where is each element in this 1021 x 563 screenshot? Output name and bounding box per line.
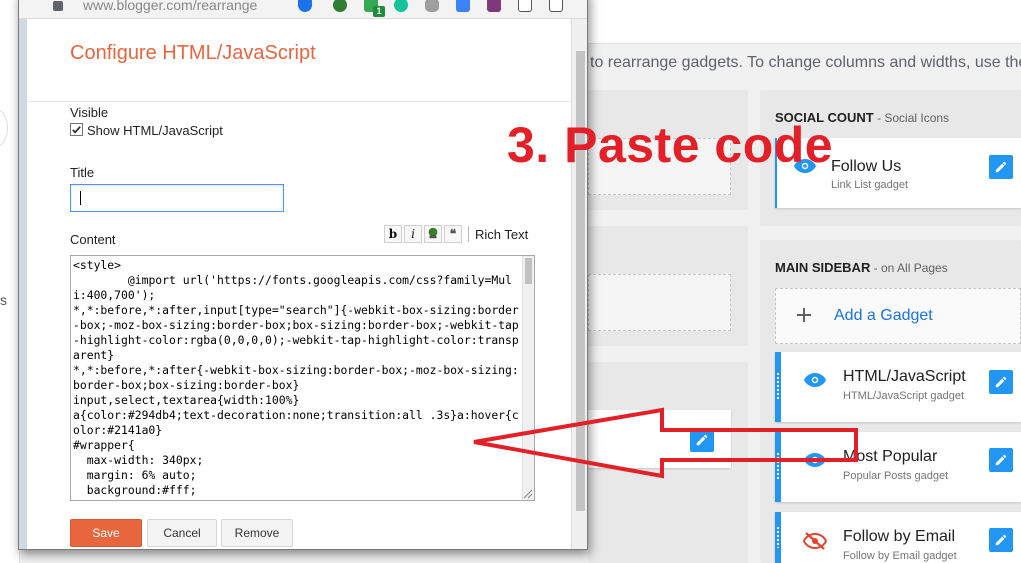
rich-text-toggle[interactable]: Rich Text — [475, 227, 528, 242]
edit-button[interactable] — [690, 428, 714, 452]
window-scrollbar[interactable] — [571, 19, 587, 549]
cancel-button[interactable]: Cancel — [147, 519, 217, 547]
gadget-name: Most Popular — [843, 448, 938, 465]
pencil-icon — [995, 534, 1007, 546]
database-extension-icon[interactable] — [425, 0, 439, 12]
onenote-extension-icon[interactable] — [487, 0, 501, 12]
rich-text-toolbar: b i ❝ Rich Text — [384, 225, 528, 243]
left-nav-strip: s — [0, 0, 20, 563]
main-column-drop-area-2 — [588, 274, 731, 331]
gadget-name: HTML/JavaScript — [843, 368, 966, 385]
lock-icon — [53, 1, 63, 11]
gadget-most-popular[interactable]: Most Popular Popular Posts gadget — [775, 432, 1021, 502]
gadget-type: Follow by Email gadget — [843, 550, 957, 562]
gadget-html-javascript[interactable]: HTML/JavaScript HTML/JavaScript gadget — [775, 352, 1021, 422]
toolbar-separator — [468, 226, 469, 242]
pencil-icon — [995, 161, 1007, 173]
gadget-type: Link List gadget — [831, 179, 909, 191]
pencil-icon — [995, 376, 1007, 388]
gadget-type: HTML/JavaScript gadget — [843, 390, 965, 402]
plus-icon — [796, 302, 820, 330]
gadget-type: Popular Posts gadget — [843, 470, 949, 482]
eye-off-icon[interactable] — [802, 532, 828, 550]
drag-handle[interactable] — [775, 352, 781, 422]
grammarly-extension-icon[interactable] — [394, 0, 408, 12]
pencil-icon — [696, 434, 708, 446]
eye-icon[interactable] — [803, 452, 827, 468]
remove-button[interactable]: Remove — [221, 519, 293, 547]
resize-handle-icon[interactable] — [523, 489, 533, 499]
main-column-gadget[interactable] — [588, 410, 731, 468]
show-checkbox[interactable] — [70, 123, 83, 136]
checkmark-icon — [72, 126, 81, 134]
browser-address-bar: www.blogger.com/rearrange 1 — [19, 0, 587, 19]
edit-button[interactable] — [989, 155, 1013, 179]
drag-handle[interactable] — [775, 432, 781, 502]
dialog-divider — [27, 101, 571, 102]
dialog-title: Configure HTML/JavaScript — [70, 42, 316, 64]
bold-button[interactable]: b — [384, 225, 402, 243]
image-button[interactable] — [424, 225, 442, 243]
layout-hint-text: to rearrange gadgets. To change columns … — [590, 54, 1021, 71]
eye-icon[interactable] — [803, 372, 827, 388]
shield-extension-icon[interactable] — [298, 0, 312, 12]
title-input[interactable] — [70, 184, 284, 212]
drag-handle[interactable] — [775, 512, 781, 563]
add-gadget-button[interactable]: Add a Gadget — [775, 288, 1021, 344]
gadget-follow-by-email[interactable]: Follow by Email Follow by Email gadget — [775, 512, 1021, 563]
main-sidebar-title: MAIN SIDEBAR - on All Pages — [775, 260, 948, 275]
edit-button[interactable] — [989, 370, 1013, 394]
textarea-scroll-thumb[interactable] — [525, 258, 532, 284]
code-content[interactable]: <style> @import url('https://fonts.googl… — [73, 258, 521, 498]
cube-extension-icon[interactable] — [518, 0, 532, 12]
left-nav-fragment: s — [0, 292, 7, 308]
image-icon — [428, 227, 438, 239]
edit-button[interactable] — [989, 448, 1013, 472]
extension-badge: 1 — [373, 6, 385, 17]
gadget-name: Follow by Email — [843, 528, 956, 545]
save-button[interactable]: Save — [70, 519, 142, 547]
visible-label: Visible — [70, 105, 109, 120]
quote-button[interactable]: ❝ — [444, 225, 462, 243]
content-textarea[interactable]: <style> @import url('https://fonts.googl… — [70, 255, 535, 501]
gadget-name: Follow Us — [831, 158, 902, 175]
add-gadget-label: Add a Gadget — [834, 307, 933, 324]
window-frame-edge — [19, 19, 27, 549]
italic-button[interactable]: i — [404, 225, 422, 243]
pencil-icon — [995, 454, 1007, 466]
leaf-extension-icon[interactable] — [333, 0, 347, 12]
text-caret — [80, 191, 81, 205]
address-url[interactable]: www.blogger.com/rearrange — [83, 0, 257, 13]
configure-popup-window: www.blogger.com/rearrange 1 Configure HT… — [18, 0, 588, 550]
arrow-extension-icon[interactable] — [456, 0, 470, 12]
title-label: Title — [70, 165, 95, 180]
download-icon[interactable] — [549, 0, 563, 12]
edit-button[interactable] — [989, 528, 1013, 552]
annotation-label: 3. Paste code — [507, 117, 834, 173]
textarea-scrollbar[interactable] — [522, 256, 534, 500]
configure-dialog: Configure HTML/JavaScript Visible Show H… — [27, 19, 571, 549]
content-label: Content — [70, 232, 116, 247]
show-checkbox-label[interactable]: Show HTML/JavaScript — [87, 123, 223, 138]
